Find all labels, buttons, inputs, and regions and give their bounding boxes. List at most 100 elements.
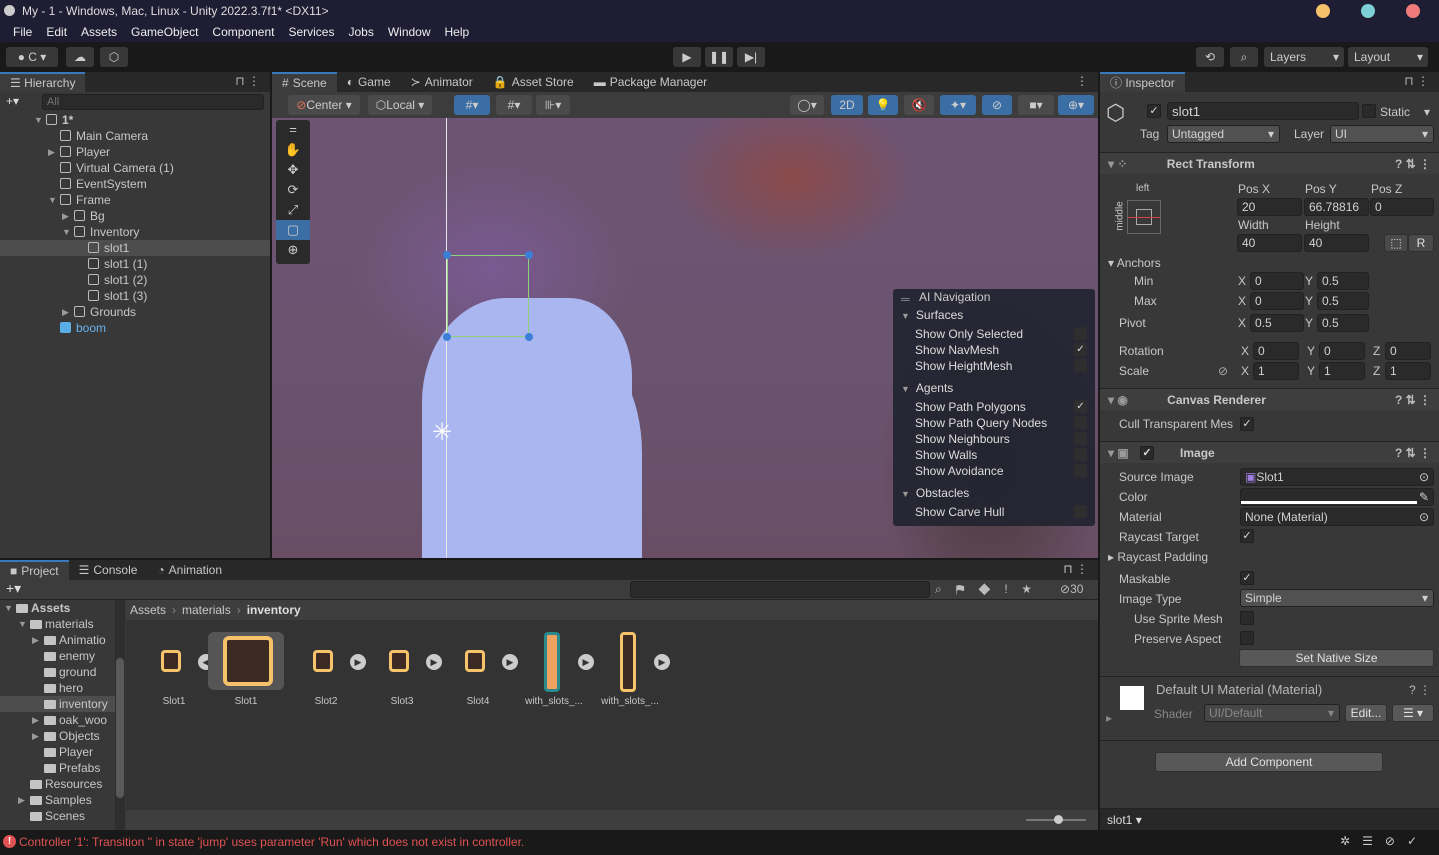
- image-header[interactable]: ▾ ▣ ✓ Image? ⇅ ⋮: [1100, 441, 1439, 463]
- menu-services[interactable]: Services: [281, 22, 341, 42]
- raycast-padding-foldout[interactable]: ▸ Raycast Padding: [1108, 549, 1208, 565]
- foldout-arrow-icon[interactable]: ▶: [32, 632, 39, 648]
- asset-tile[interactable]: with_slots_...: [592, 632, 662, 722]
- rect-handle[interactable]: [525, 333, 533, 341]
- pivot-dropdown[interactable]: ⊘Center ▾: [288, 95, 360, 115]
- project-search-input[interactable]: [630, 581, 930, 598]
- folder-item[interactable]: ground: [0, 664, 115, 680]
- hierarchy-item[interactable]: ▶ Player: [0, 144, 270, 160]
- static-checkbox[interactable]: [1362, 104, 1376, 118]
- pause-button[interactable]: ❚❚: [705, 47, 733, 67]
- folder-item[interactable]: ▼ materials: [0, 616, 115, 632]
- effects-dropdown[interactable]: ✦▾: [940, 95, 976, 115]
- nav-option-checkbox[interactable]: ✓: [1074, 343, 1087, 356]
- folder-item[interactable]: enemy: [0, 648, 115, 664]
- tag-dropdown[interactable]: Untagged ▾: [1167, 125, 1280, 143]
- search-filters[interactable]: ⌕⚑◆!★: [935, 582, 1046, 597]
- folder-item[interactable]: ▶ Animatio: [0, 632, 115, 648]
- rotation-y-field[interactable]: 0: [1319, 342, 1365, 360]
- nav-option-checkbox[interactable]: [1074, 448, 1087, 461]
- nav-option-checkbox[interactable]: [1074, 464, 1087, 477]
- menu-component[interactable]: Component: [205, 22, 281, 42]
- step-button[interactable]: ▶|: [737, 47, 765, 67]
- hierarchy-item[interactable]: slot1 (1): [0, 256, 270, 272]
- anchor-max-x-field[interactable]: 0: [1250, 292, 1304, 310]
- folder-item[interactable]: ▶ Objects: [0, 728, 115, 744]
- hand-tool-icon[interactable]: ✋: [276, 140, 310, 160]
- draw-mode-dropdown[interactable]: ◯▾: [790, 95, 824, 115]
- hierarchy-item[interactable]: ▶ Bg: [0, 208, 270, 224]
- lighting-icon[interactable]: 💡: [868, 95, 898, 115]
- shader-options-dropdown[interactable]: ☰ ▾: [1392, 704, 1434, 722]
- folder-item[interactable]: ▶ Samples: [0, 792, 115, 808]
- width-field[interactable]: 40: [1237, 234, 1302, 252]
- static-dropdown[interactable]: ▾: [1424, 104, 1430, 120]
- material-foldout[interactable]: ▸: [1106, 710, 1112, 726]
- tree-scrollbar[interactable]: [115, 600, 125, 830]
- folder-item[interactable]: Scenes: [0, 808, 115, 824]
- ruler-button[interactable]: ⊪▾: [536, 95, 570, 115]
- minimize-button[interactable]: [1316, 4, 1330, 18]
- zoom-slider[interactable]: [1026, 815, 1086, 824]
- hand-tool-icon[interactable]: =: [276, 120, 310, 140]
- hierarchy-item[interactable]: ▼ 1*: [0, 112, 270, 128]
- anchor-min-x-field[interactable]: 0: [1250, 272, 1304, 290]
- section-agents[interactable]: ▼ Agents: [901, 380, 953, 397]
- hierarchy-item[interactable]: ▼ Frame: [0, 192, 270, 208]
- tab-project[interactable]: ■ Project: [0, 560, 69, 580]
- hierarchy-item[interactable]: ▼ Inventory: [0, 224, 270, 240]
- tab-console[interactable]: ☰ Console: [69, 560, 148, 580]
- tab-scene[interactable]: # Scene: [272, 72, 337, 92]
- selected-asset-tile[interactable]: Slot1: [208, 632, 284, 722]
- add-object-button[interactable]: +▾: [6, 94, 19, 108]
- snap-increment-button[interactable]: #▾: [496, 95, 532, 115]
- folder-item[interactable]: inventory: [0, 696, 115, 712]
- add-component-button[interactable]: Add Component: [1155, 752, 1383, 772]
- canvas-renderer-header[interactable]: ▾ ◉ Canvas Renderer? ⇅ ⋮: [1100, 388, 1439, 410]
- nav-option-checkbox[interactable]: ✓: [1074, 400, 1087, 413]
- foldout-arrow-icon[interactable]: ▼: [48, 192, 57, 208]
- foldout-arrow-icon[interactable]: ▼: [4, 600, 13, 616]
- menu-gameobject[interactable]: GameObject: [124, 22, 205, 42]
- 2d-toggle[interactable]: 2D: [831, 95, 863, 115]
- menu-edit[interactable]: Edit: [39, 22, 74, 42]
- hierarchy-item[interactable]: EventSystem: [0, 176, 270, 192]
- folder-item[interactable]: ▼ Assets: [0, 600, 115, 616]
- tab-package-manager[interactable]: ▬ Package Manager: [584, 72, 717, 92]
- status-icons[interactable]: ✲☰⊘✓: [1340, 834, 1429, 848]
- foldout-arrow-icon[interactable]: ▶: [32, 728, 39, 744]
- blueprint-mode-button[interactable]: ⬚: [1384, 234, 1408, 252]
- material-help-icon[interactable]: ? ⋮: [1409, 682, 1431, 698]
- menu-file[interactable]: File: [6, 22, 39, 42]
- cloud-icon[interactable]: ☁: [66, 47, 94, 67]
- height-field[interactable]: 40: [1304, 234, 1369, 252]
- hierarchy-item[interactable]: slot1: [0, 240, 270, 256]
- scale-z-field[interactable]: 1: [1385, 362, 1431, 380]
- status-message[interactable]: Controller '1': Transition '' in state '…: [19, 835, 524, 849]
- section-surfaces[interactable]: ▼ Surfaces: [901, 307, 963, 324]
- object-name-input[interactable]: [1167, 102, 1359, 120]
- foldout-arrow-icon[interactable]: ▼: [34, 112, 43, 128]
- hierarchy-search-input[interactable]: [42, 94, 264, 110]
- rect-tool-icon[interactable]: ▢: [276, 220, 310, 240]
- play-button[interactable]: ▶: [673, 47, 701, 67]
- rect-handle[interactable]: [443, 251, 451, 259]
- camera-dropdown[interactable]: ■▾: [1018, 95, 1054, 115]
- rotation-z-field[interactable]: 0: [1385, 342, 1431, 360]
- pivot-y-field[interactable]: 0.5: [1317, 314, 1369, 332]
- anchors-foldout[interactable]: ▾ Anchors: [1108, 255, 1161, 271]
- rotation-x-field[interactable]: 0: [1253, 342, 1299, 360]
- drag-handle-icon[interactable]: ═: [901, 292, 910, 306]
- anchor-max-y-field[interactable]: 0.5: [1317, 292, 1369, 310]
- shader-edit-button[interactable]: Edit...: [1345, 704, 1387, 722]
- menu-window[interactable]: Window: [381, 22, 438, 42]
- breadcrumb-item[interactable]: materials: [182, 603, 231, 617]
- rect-transform-header[interactable]: ▾ ⁘ Rect Transform? ⇅ ⋮: [1100, 152, 1439, 174]
- nav-option-checkbox[interactable]: [1074, 327, 1087, 340]
- close-button[interactable]: [1406, 4, 1420, 18]
- image-type-dropdown[interactable]: Simple ▾: [1240, 589, 1434, 607]
- maskable-checkbox[interactable]: ✓: [1240, 571, 1254, 585]
- cull-transparent-checkbox[interactable]: ✓: [1240, 417, 1254, 431]
- maximize-button[interactable]: [1361, 4, 1375, 18]
- collab-icon[interactable]: ⬡: [100, 47, 128, 67]
